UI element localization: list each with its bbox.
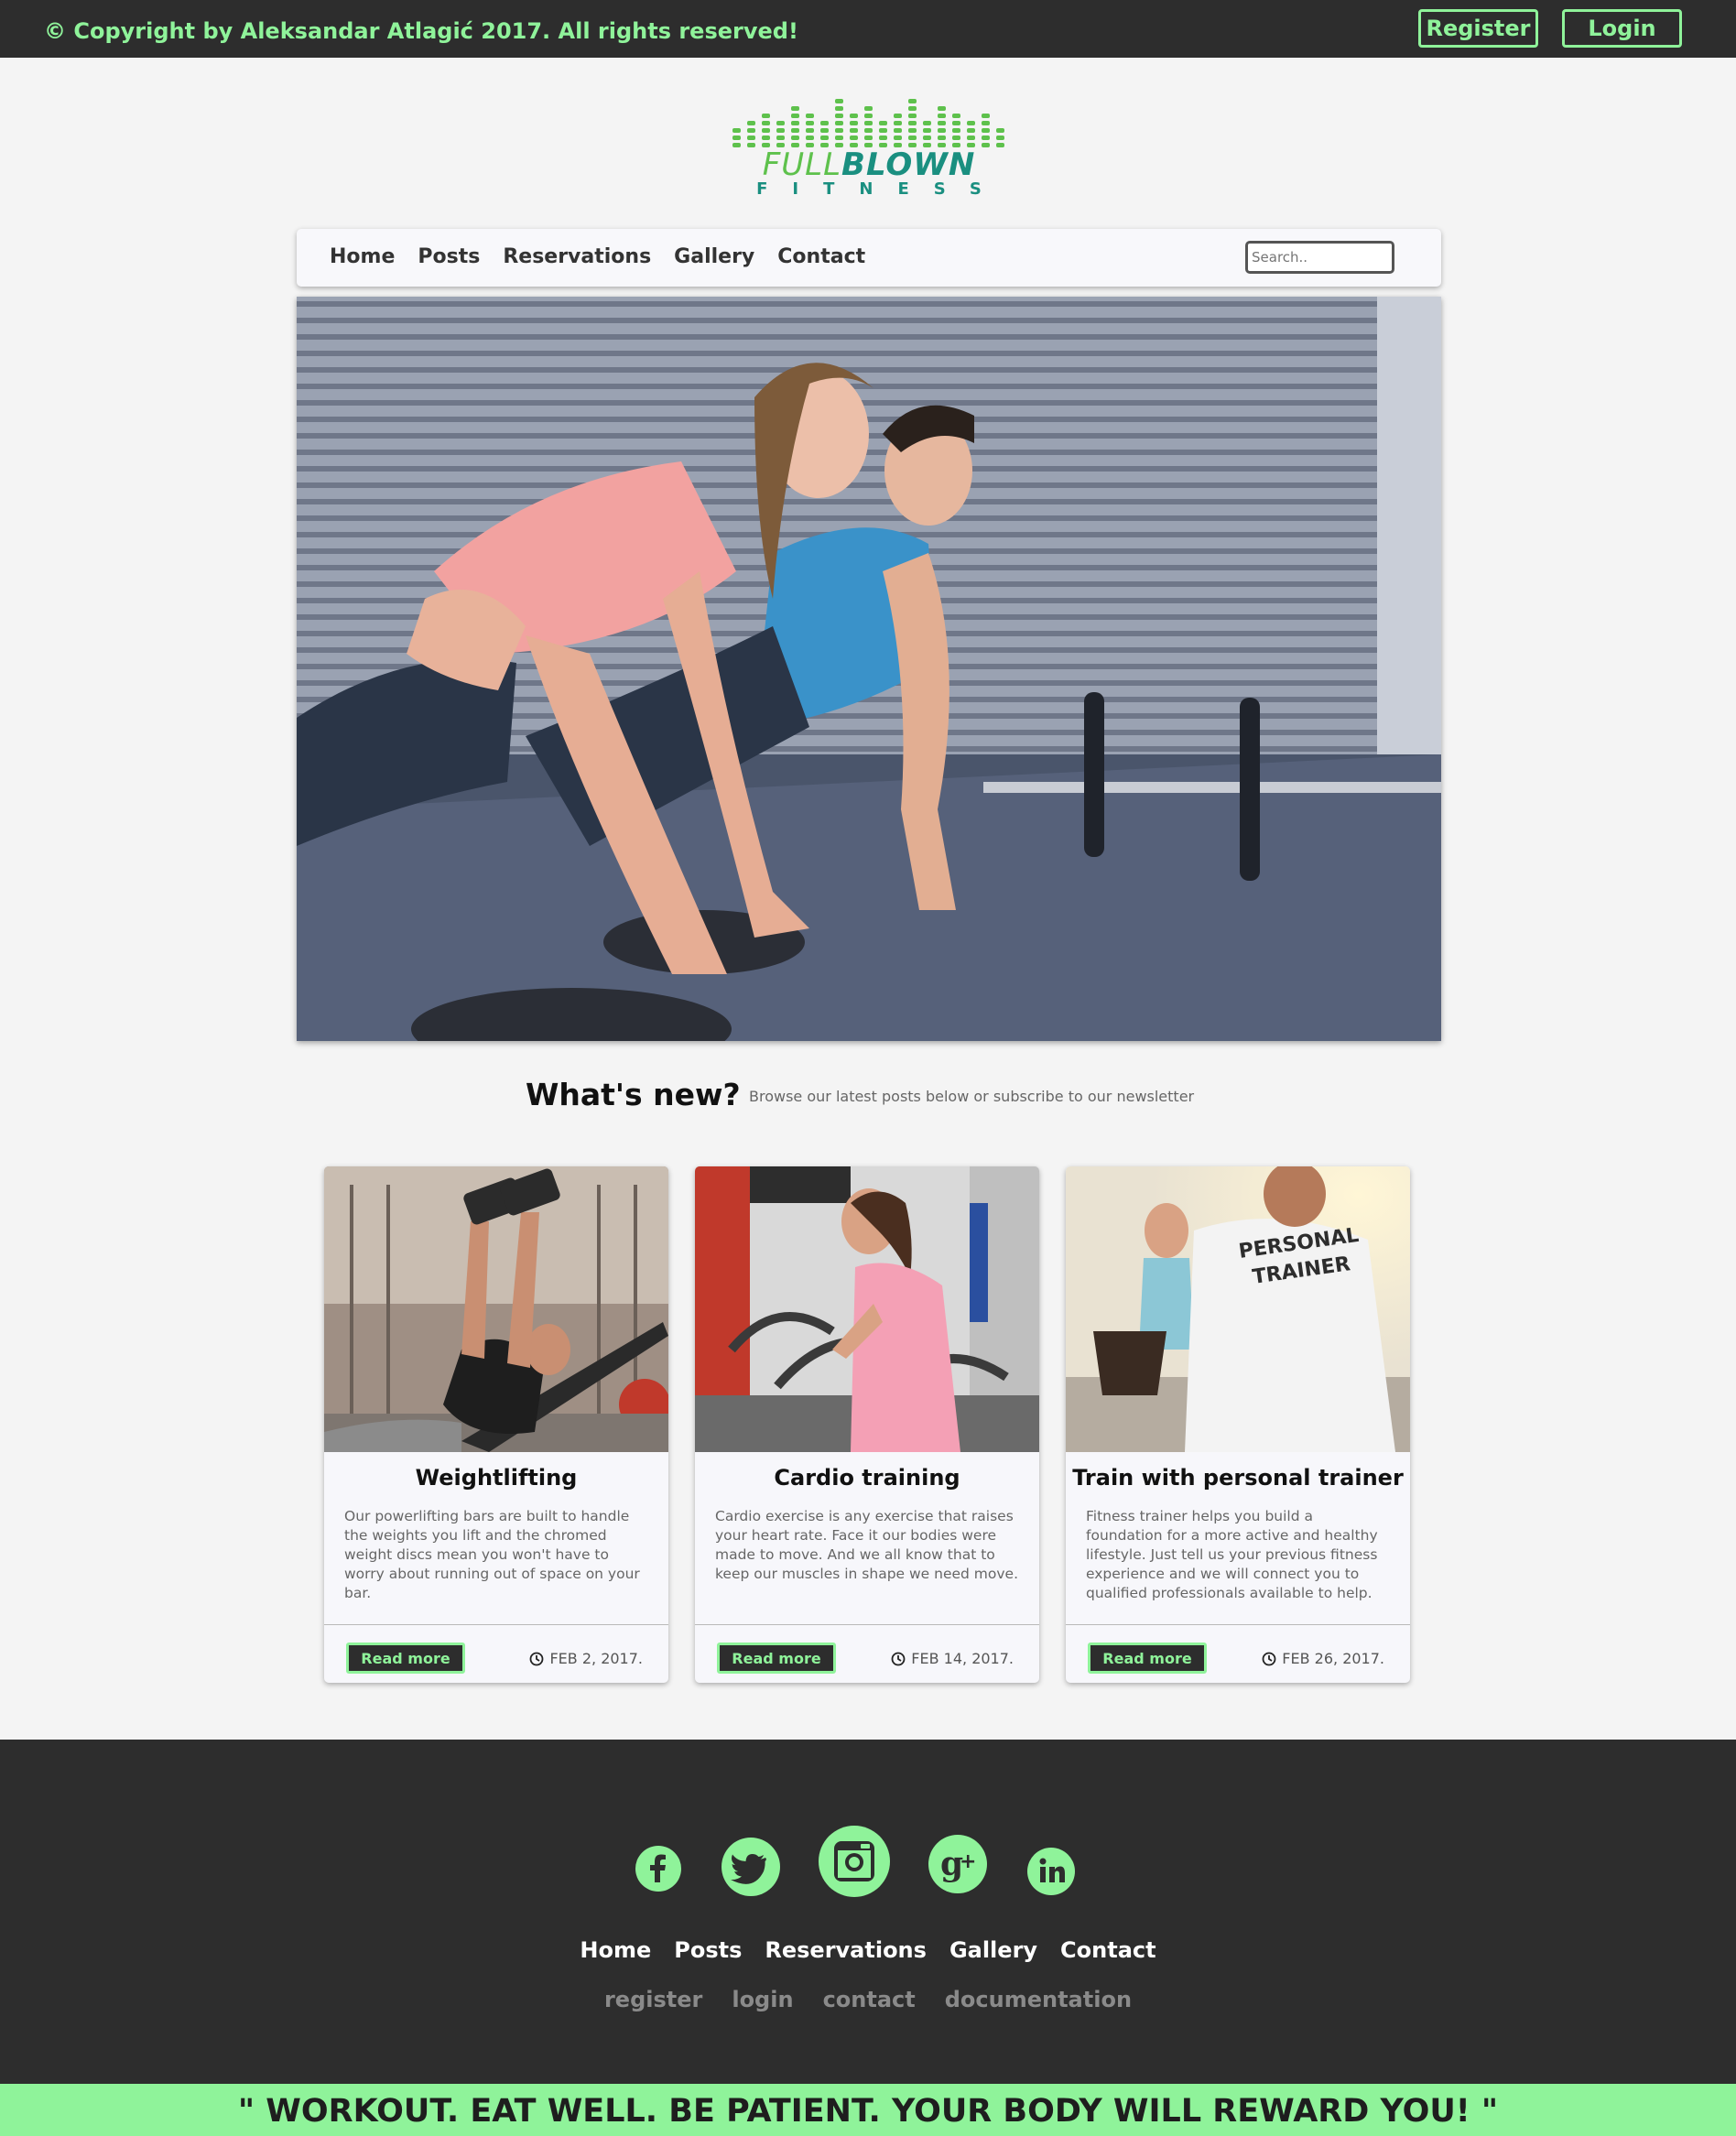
nav-item-posts[interactable]: Posts	[418, 245, 480, 268]
post-card: Cardio training Cardio exercise is any e…	[695, 1166, 1039, 1683]
section-subtitle: Browse our latest posts below or subscri…	[749, 1088, 1195, 1105]
facebook-icon[interactable]	[635, 1846, 681, 1892]
card-image-weightlifting	[324, 1166, 668, 1452]
card-image-cardio	[695, 1166, 1039, 1452]
instagram-icon[interactable]	[819, 1826, 890, 1897]
card-date-text: FEB 26, 2017.	[1282, 1650, 1384, 1667]
footer-link-contact[interactable]: contact	[823, 1987, 916, 2012]
post-card: Weightlifting Our powerlifting bars are …	[324, 1166, 668, 1683]
card-text: Cardio exercise is any exercise that rai…	[715, 1508, 1019, 1582]
card-date: FEB 2, 2017.	[529, 1650, 643, 1667]
top-bar: © Copyright by Aleksandar Atlagić 2017. …	[0, 0, 1736, 58]
nav-item-home[interactable]: Home	[330, 245, 395, 268]
quote-banner: " WORKOUT. EAT WELL. BE PATIENT. YOUR BO…	[0, 2084, 1736, 2136]
footer-nav-posts[interactable]: Posts	[674, 1937, 742, 1963]
card-image-personal-trainer: PERSONAL TRAINER	[1066, 1166, 1410, 1452]
section-title: What's new?	[526, 1077, 741, 1112]
card-date-text: FEB 14, 2017.	[911, 1650, 1014, 1667]
clock-icon	[1262, 1652, 1276, 1665]
card-date: FEB 26, 2017.	[1262, 1650, 1384, 1667]
hero-photo-illustration	[297, 297, 1441, 1041]
footer-links: register login contact documentation	[0, 1987, 1736, 2012]
site-footer: g + Home Posts Reservations Gallery Cont…	[0, 1740, 1736, 2084]
logo-subtitle: FITNESS	[756, 179, 1006, 199]
card-date: FEB 14, 2017.	[891, 1650, 1014, 1667]
footer-nav: Home Posts Reservations Gallery Contact	[0, 1937, 1736, 1963]
read-more-button[interactable]: Read more	[346, 1643, 465, 1674]
card-divider	[695, 1624, 1039, 1625]
clock-icon	[891, 1652, 906, 1665]
card-title: Train with personal trainer	[1072, 1465, 1404, 1491]
clock-icon	[530, 1652, 544, 1665]
footer-nav-reservations[interactable]: Reservations	[765, 1937, 927, 1963]
card-text: Fitness trainer helps you build a founda…	[1086, 1508, 1378, 1601]
register-button[interactable]: Register	[1418, 9, 1538, 48]
equalizer-logo-icon	[732, 99, 1004, 147]
footer-link-register[interactable]: register	[604, 1987, 702, 2012]
hero-image	[297, 297, 1441, 1041]
svg-text:+: +	[960, 1850, 976, 1873]
card-divider	[1066, 1624, 1410, 1625]
nav-item-reservations[interactable]: Reservations	[503, 245, 651, 268]
card-title: Cardio training	[774, 1465, 960, 1491]
card-divider	[324, 1624, 668, 1625]
read-more-button[interactable]: Read more	[717, 1643, 836, 1674]
motivational-quote: " WORKOUT. EAT WELL. BE PATIENT. YOUR BO…	[237, 2093, 1499, 2130]
logo-wordmark: FULLBLOWN	[762, 146, 976, 183]
footer-link-login[interactable]: login	[732, 1987, 793, 2012]
post-card: PERSONAL TRAINER Train with personal tra…	[1066, 1166, 1410, 1683]
login-button[interactable]: Login	[1562, 9, 1682, 48]
site-logo[interactable]: FULLBLOWN FITNESS	[729, 88, 1009, 200]
linkedin-icon[interactable]	[1027, 1848, 1075, 1895]
card-text: Our powerlifting bars are built to handl…	[344, 1508, 640, 1601]
copyright-text: © Copyright by Aleksandar Atlagić 2017. …	[44, 18, 798, 44]
read-more-button[interactable]: Read more	[1088, 1643, 1207, 1674]
card-title: Weightlifting	[415, 1465, 578, 1491]
twitter-icon[interactable]	[722, 1838, 780, 1896]
footer-link-documentation[interactable]: documentation	[945, 1987, 1132, 2012]
nav-item-contact[interactable]: Contact	[777, 245, 865, 268]
footer-nav-home[interactable]: Home	[580, 1937, 651, 1963]
main-navbar: Home Posts Reservations Gallery Contact	[297, 229, 1441, 287]
nav-item-gallery[interactable]: Gallery	[674, 245, 754, 268]
google-plus-icon[interactable]: g +	[928, 1835, 987, 1893]
footer-nav-gallery[interactable]: Gallery	[949, 1937, 1037, 1963]
search-input[interactable]	[1245, 241, 1394, 274]
nav-list: Home Posts Reservations Gallery Contact	[330, 245, 865, 268]
card-date-text: FEB 2, 2017.	[549, 1650, 643, 1667]
footer-nav-contact[interactable]: Contact	[1060, 1937, 1156, 1963]
